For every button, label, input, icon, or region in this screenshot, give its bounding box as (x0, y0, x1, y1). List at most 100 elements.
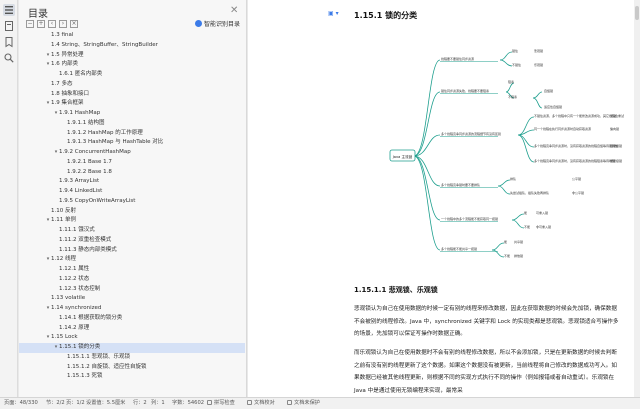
toc-item-label: 1.6.1 匿名内部类 (59, 71, 103, 77)
mindmap-leaf: 不锁住 (512, 62, 521, 67)
toc-item[interactable]: ▾ 1.6 内部类 (19, 60, 245, 70)
spell-check-icon (207, 400, 212, 405)
toc-item-label: 1.14.1 根据获取的锁分类 (59, 314, 123, 321)
mindmap-question: 多个线程能不能共享一把锁 (441, 246, 477, 251)
toc-item[interactable]: 1.12.1 属性 (19, 265, 245, 275)
mindmap-result: 非可重入锁 (536, 224, 551, 229)
toc-item[interactable]: 1.9.5 CopyOnWriteArrayList (19, 197, 245, 207)
search-icon[interactable] (3, 52, 15, 64)
toc-item-label: 1.14 synchronized (51, 305, 102, 311)
bookmark-icon[interactable] (3, 36, 15, 48)
toc-item-label: 1.15.1.2 自旋锁、适应性自旋锁 (67, 363, 147, 370)
toc-item[interactable]: 1.14.1 根据获取的锁分类 (19, 314, 245, 324)
toc-item-label: 1.15 Lock (51, 334, 78, 341)
level-up-icon[interactable]: ‹ (48, 20, 56, 28)
status-section-page: 页：1/2 (66, 400, 85, 406)
toc-item-label: 1.15.1.3 死锁 (67, 373, 103, 380)
page-thumbnail-icon[interactable] (3, 20, 15, 32)
smart-toc-button[interactable]: 智能识别目录 (194, 20, 240, 29)
toc-item[interactable]: 1.9.2.1 Base 1.7 (19, 158, 245, 168)
toc-item-label: 1.13 volatile (51, 295, 86, 302)
document-scroll-thumb[interactable] (635, 6, 639, 20)
status-word-count[interactable]: 字数：54602 (172, 398, 204, 409)
toc-item[interactable]: 1.9.2.2 Base 1.8 (19, 168, 245, 178)
toc-item[interactable]: 1.11.2 双重检查模式 (19, 236, 245, 246)
status-row: 行：2 (133, 400, 147, 406)
toc-icon[interactable] (3, 4, 15, 16)
mindmap-leaf: 锁住 (512, 48, 518, 53)
spell-check-button[interactable]: 拼写检查 (207, 398, 235, 409)
toc-item[interactable]: 1.9.4 LinkedList (19, 187, 245, 197)
toc-item-label: 1.9.2.1 Base 1.7 (67, 158, 112, 165)
toc-item-label: 1.11.2 双重检查模式 (59, 236, 112, 243)
toc-item[interactable]: ▾ 1.9 集合框架 (19, 99, 245, 109)
expand-all-icon[interactable]: + (37, 20, 45, 28)
toc-item[interactable]: ▾ 1.12 线程 (19, 255, 245, 265)
smart-toc-label: 智能识别目录 (203, 21, 240, 28)
status-setting: 设置值：5.5厘米 (86, 400, 126, 406)
toc-item[interactable]: 1.15.1.2 自旋锁、适应性自旋锁 (19, 363, 245, 373)
mindmap-result: 公平锁 (572, 176, 581, 181)
toc-item[interactable]: 1.9.3 ArrayList (19, 177, 245, 187)
toc-item-label: 1.9.1 HashMap (59, 110, 101, 116)
toc-item[interactable]: 1.9.1.3 HashMap 与 HashTable 对比 (19, 138, 245, 148)
toc-item-label: 1.9 集合框架 (51, 100, 84, 107)
toc-item[interactable]: ▾ 1.15 Lock (19, 333, 245, 343)
heading-marker-icon[interactable]: ▣ ▾ (328, 10, 339, 17)
toc-panel: 目录 ✕ − + ‹ › × 智能识别目录 1.3 final 1.4 String、St… (19, 0, 247, 397)
document-page: ▣ ▾ 1.15.1 锁的分类 Java 主流锁 线程要不要锁住同步资源 锁住 … (248, 0, 640, 397)
toc-item[interactable]: ▾ 1.15.1 锁的分类 (19, 343, 245, 353)
mindmap-leaf: 不能 (504, 253, 510, 258)
toc-item[interactable]: 1.11.3 静态内部类模式 (19, 246, 245, 256)
mindmap-result: 非公平锁 (572, 190, 584, 195)
toc-toolbar: − + ‹ › × (26, 20, 81, 30)
toc-item[interactable]: 1.14.2 原理 (19, 324, 245, 334)
toc-item[interactable]: ▾ 1.11 单例 (19, 216, 245, 226)
doc-check-button[interactable]: 文档校对 (247, 398, 275, 409)
toc-item[interactable]: 1.12.3 状态控制 (19, 285, 245, 295)
toc-item[interactable]: ▾ 1.9.1 HashMap (19, 109, 245, 119)
toc-item-label: 1.12 线程 (51, 256, 76, 263)
mindmap-result: 共享锁 (514, 239, 523, 244)
toc-item[interactable]: ▾ 1.9.2 ConcurrentHashMap (19, 148, 245, 158)
toc-list: 1.3 final 1.4 String、StringBuffer、StringB… (19, 31, 245, 382)
mindmap-result: 适应性自旋锁 (544, 104, 562, 109)
document-scrollbar[interactable] (634, 0, 640, 397)
doc-protect-button[interactable]: 文档未保护 (287, 398, 320, 409)
level-down-icon[interactable]: › (59, 20, 67, 28)
toc-item[interactable]: ▾ 1.5 异常处理 (19, 51, 245, 61)
toc-item[interactable]: 1.4 String、StringBuffer、StringBuilder (19, 41, 245, 51)
toc-item-label: 1.14.2 原理 (59, 324, 90, 331)
toc-item[interactable]: 1.10 反射 (19, 207, 245, 217)
collapse-all-icon[interactable]: − (26, 20, 34, 28)
toc-item[interactable]: 1.6.1 匿名内部类 (19, 70, 245, 80)
toc-item-label: 1.10 反射 (51, 207, 76, 214)
toc-item[interactable]: 1.8 抽象和接口 (19, 90, 245, 100)
mindmap-leaf: 阻塞 (508, 79, 514, 84)
toc-item[interactable]: 1.11.1 饿汉式 (19, 226, 245, 236)
toc-item-label: 1.12.1 属性 (59, 266, 90, 272)
toc-item[interactable]: ▾ 1.14 synchronized (19, 304, 245, 314)
toc-item-label: 1.8 抽象和接口 (51, 90, 89, 97)
toc-item-label: 1.9.1.1 结构图 (67, 119, 105, 126)
toc-item[interactable]: 1.7 多态 (19, 80, 245, 90)
status-page[interactable]: 页面：48/330 (4, 398, 38, 409)
close-icon[interactable]: ✕ (230, 6, 240, 16)
toc-item[interactable]: 1.12.2 状态 (19, 275, 245, 285)
mindmap-leaf: 多个线程竞争同步资源时，没有获取资源的线程阻塞等待唤醒 (534, 158, 615, 163)
toc-item-label: 1.15.1 锁的分类 (59, 344, 101, 350)
toc-item[interactable]: 1.13 volatile (19, 294, 245, 304)
toc-item[interactable]: 1.9.1.2 HashMap 的工作原理 (19, 129, 245, 139)
delete-icon[interactable]: × (70, 20, 78, 28)
mindmap-leaf: 不阻塞 (508, 94, 517, 99)
status-section: 节：2/2 (46, 400, 65, 406)
toc-item[interactable]: 1.3 final (19, 31, 245, 41)
section-subheading: 1.15.1.1 悲观锁、乐观锁 (354, 286, 438, 294)
toc-item[interactable]: 1.15.1.1 悲观锁、乐观锁 (19, 353, 245, 363)
toc-item[interactable]: 1.9.1.1 结构图 (19, 119, 245, 129)
toc-item-label: 1.3 final (51, 32, 74, 38)
status-column: 列：1 (151, 400, 165, 406)
toc-item[interactable]: 1.15.1.3 死锁 (19, 372, 245, 382)
spell-check-label: 拼写检查 (214, 400, 235, 406)
mindmap-result: 可重入锁 (536, 210, 548, 215)
